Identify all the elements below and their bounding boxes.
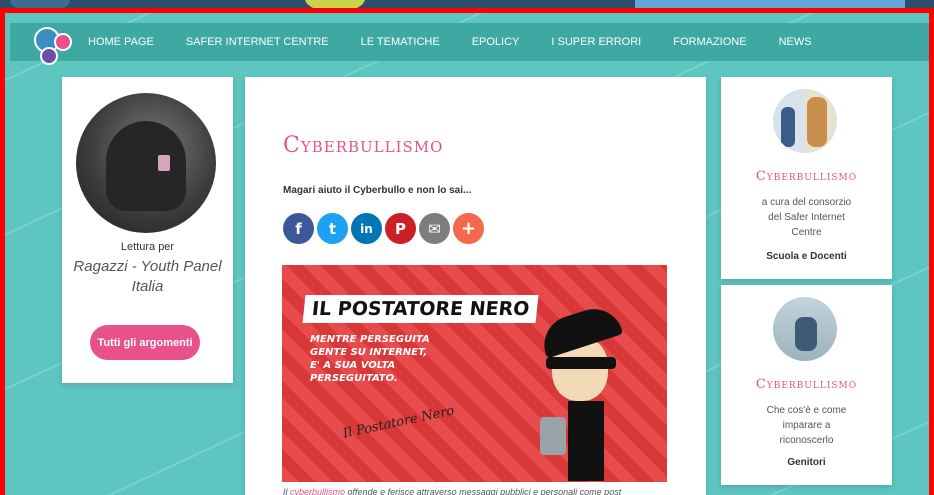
- reader-audience: Ragazzi - Youth Panel Italia: [73, 258, 222, 295]
- page-frame: HOME PAGE SAFER INTERNET CENTRE LE TEMAT…: [0, 8, 934, 495]
- related-title-1[interactable]: Cyberbullismo: [721, 169, 892, 184]
- related-desc-2-line-3: riconoscerlo: [779, 435, 834, 446]
- related-card-1[interactable]: Cyberbullismo a cura del consorzio del S…: [721, 77, 892, 279]
- figure-body: [568, 401, 604, 481]
- article-title: Cyberbullismo: [283, 133, 444, 158]
- nav-news[interactable]: NEWS: [779, 36, 812, 48]
- figure-mask: [546, 357, 616, 369]
- sad-person-figure: [106, 121, 186, 211]
- reader-card: Lettura per Ragazzi - Youth Panel Italia…: [62, 77, 233, 383]
- pinterest-icon[interactable]: P: [385, 213, 416, 244]
- caption-link[interactable]: cyberbullismo: [290, 487, 345, 495]
- nav-super-errori[interactable]: I SUPER ERRORI: [551, 36, 641, 48]
- related-thumb-1: [773, 89, 837, 153]
- share-bar: f t in P ✉ +: [283, 213, 484, 244]
- related-desc-2-line-1: Che cos'è e come: [766, 405, 847, 416]
- thumb-person-1: [781, 107, 795, 147]
- linkedin-icon[interactable]: in: [351, 213, 382, 244]
- hero-banner: IL POSTATORE NERO: [302, 295, 539, 323]
- reading-for-label: Lettura per: [120, 241, 175, 253]
- related-thumb-2: [773, 297, 837, 361]
- nav-epolicy[interactable]: EPOLICY: [472, 36, 520, 48]
- related-desc-1-line-2: del Safer Internet: [768, 212, 845, 223]
- hero-line-1: MENTRE PERSEGUITA: [310, 334, 430, 345]
- all-topics-button[interactable]: Tutti gli argomenti: [90, 325, 200, 360]
- email-icon[interactable]: ✉: [419, 213, 450, 244]
- facebook-icon[interactable]: f: [283, 213, 314, 244]
- related-audience-1: Scuola e Docenti: [766, 251, 847, 262]
- site-logo[interactable]: [32, 23, 78, 69]
- figure-phone: [540, 417, 566, 455]
- hero-signature: Il Postatore Nero: [341, 403, 456, 442]
- nav-menu: HOME PAGE SAFER INTERNET CENTRE LE TEMAT…: [88, 23, 844, 61]
- more-share-icon[interactable]: +: [453, 213, 484, 244]
- article-caption: Il cyberbullismo offende e ferisce attra…: [283, 487, 621, 495]
- related-desc-1: a cura del consorzio del Safer Internet …: [721, 195, 892, 240]
- main-nav: HOME PAGE SAFER INTERNET CENTRE LE TEMAT…: [10, 23, 929, 65]
- twitter-icon[interactable]: t: [317, 213, 348, 244]
- masked-man-figure: [536, 301, 640, 481]
- related-desc-1-line-1: a cura del consorzio: [761, 197, 852, 208]
- hero-line-3: E' A SUA VOLTA: [310, 360, 396, 371]
- thumb-person-3: [795, 317, 817, 351]
- related-desc-2: Che cos'è e come imparare a riconoscerlo: [721, 403, 892, 448]
- nav-home[interactable]: HOME PAGE: [88, 36, 154, 48]
- logo-circle-pink: [54, 33, 72, 51]
- related-card-2[interactable]: Cyberbullismo Che cos'è e come imparare …: [721, 285, 892, 485]
- related-title-2[interactable]: Cyberbullismo: [721, 377, 892, 392]
- hero-subtext: MENTRE PERSEGUITA GENTE SU INTERNET, E' …: [310, 333, 430, 385]
- article-subtitle: Magari aiuto il Cyberbullo e non lo sai.…: [283, 185, 472, 196]
- hero-image: IL POSTATORE NERO MENTRE PERSEGUITA GENT…: [282, 265, 667, 482]
- caption-rest: offende e ferisce attraverso messaggi pu…: [345, 487, 622, 495]
- hero-line-4: PERSEGUITATO.: [310, 373, 398, 384]
- reader-image: [76, 93, 216, 233]
- article-card: Cyberbullismo Magari aiuto il Cyberbullo…: [245, 77, 706, 495]
- nav-formazione[interactable]: FORMAZIONE: [673, 36, 746, 48]
- related-desc-2-line-2: imparare a: [782, 420, 831, 431]
- hero-line-2: GENTE SU INTERNET,: [310, 347, 428, 358]
- related-desc-1-line-3: Centre: [791, 227, 822, 238]
- phone-figure: [158, 155, 170, 171]
- caption-prefix: Il: [283, 487, 291, 495]
- related-audience-2: Genitori: [787, 457, 826, 468]
- nav-le-tematiche[interactable]: LE TEMATICHE: [361, 36, 440, 48]
- nav-safer-internet-centre[interactable]: SAFER INTERNET CENTRE: [186, 36, 329, 48]
- thumb-person-2: [807, 97, 827, 147]
- logo-circle-purple: [40, 47, 58, 65]
